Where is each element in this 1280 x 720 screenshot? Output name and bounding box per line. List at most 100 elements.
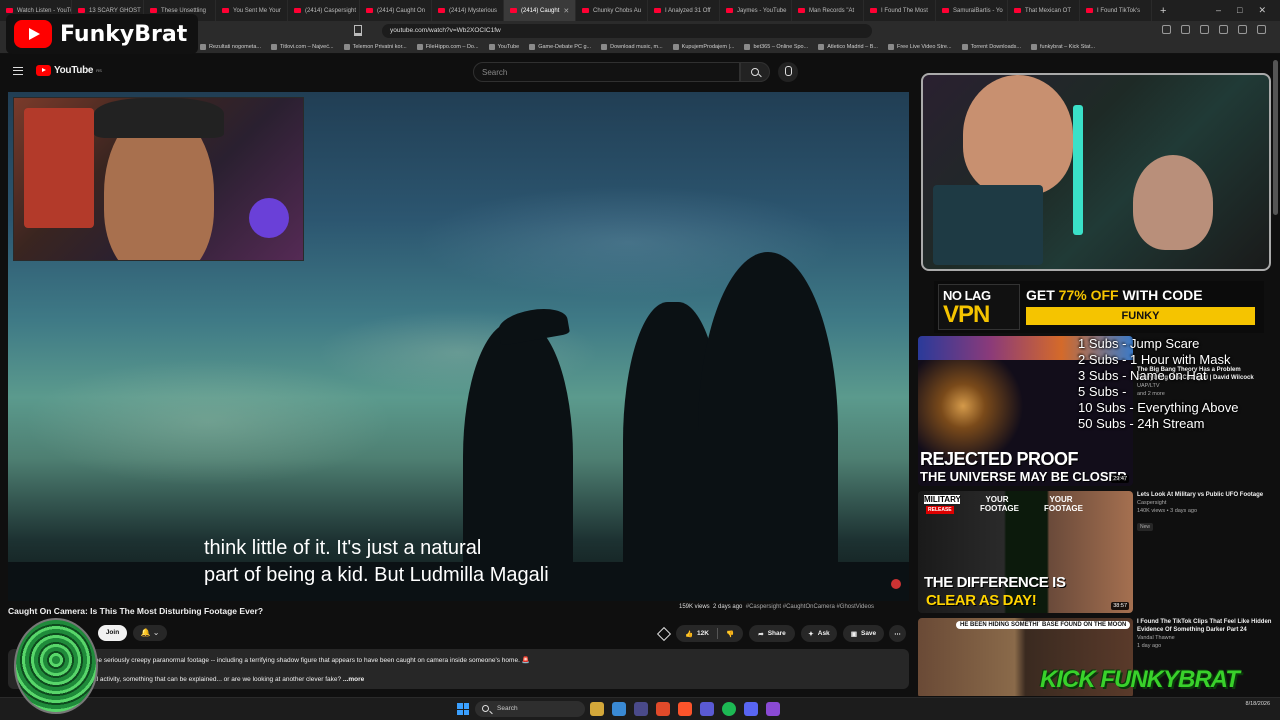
recommendation-channel[interactable]: Caspersight [1137,499,1273,507]
sub-goal-item: 2 Subs - 1 Hour with Mask [1078,352,1231,367]
browser-tab[interactable]: That Mexican OT [1008,0,1080,21]
kick-banner: KICK FUNKYBRAT [1040,666,1240,693]
store-icon[interactable] [634,702,648,716]
bookmark-favicon-icon [416,44,423,50]
bookmark-item[interactable]: Torrent Downloads... [961,44,1021,50]
close-tab-icon[interactable]: ✕ [563,7,569,15]
new-tab-button[interactable]: + [1152,5,1174,17]
bookmark-favicon-icon [887,44,894,50]
recommendation-title[interactable]: Lets Look At Military vs Public UFO Foot… [1137,491,1273,499]
browser-extensions [1162,25,1266,34]
bookmark-label: Game-Debate PC g... [538,44,592,50]
bookmark-item[interactable]: Titlovi.com – Najveć... [270,44,334,50]
brave-icon[interactable] [678,702,692,716]
browser-tab[interactable]: Jaymes - YouTube [720,0,792,21]
hashtags[interactable]: #Caspersight #CaughtOnCamera #GhostVideo… [746,604,874,610]
notification-bell-button[interactable]: 🔔 ⌄ [133,625,167,641]
thumbnail-caption: THE DIFFERENCE IS [924,574,1066,591]
bookmark-item[interactable]: Telemon Privatni kor... [343,44,407,50]
youtube-logo[interactable]: YouTube RS [36,65,102,76]
url-field[interactable]: youtube.com/watch?v=Wb2XOCIC1fw [382,24,872,38]
youtube-favicon-icon [150,8,157,13]
bookmark-item[interactable]: Download music, m... [601,44,663,50]
browser-tab[interactable]: (2414) Caught ✕ [504,0,576,21]
bookmark-item[interactable]: Atletico Madrid – B... [818,44,878,50]
recommendation-title[interactable]: I Found The TikTok Clips That Feel Like … [1137,618,1273,634]
youtube-play-icon [14,20,52,48]
thumbs-up-icon[interactable]: 👍 [685,630,693,638]
channel-avatar[interactable] [14,618,98,714]
sub-goal-item: 50 Subs - 24h Stream [1078,416,1205,431]
bookmark-item[interactable]: Game-Debate PC g... [529,44,591,50]
app-icon[interactable] [766,702,780,716]
recommendation-thumbnail[interactable]: MILITARY RELEASE YOUR FOOTAGE YOUR FOOTA… [918,491,1133,613]
voice-search-mic-icon[interactable] [778,62,798,82]
extension-icon[interactable] [1181,25,1190,34]
bookmark-label: Rezultati nogometa... [209,44,261,50]
share-icon: ➦ [758,630,764,638]
browser-tab[interactable]: (2414) Caught On [360,0,432,21]
youtube-favicon-icon [222,8,229,13]
search-button[interactable] [740,62,770,82]
show-more-link[interactable]: ...more [343,676,364,683]
bookmark-label: Download music, m... [610,44,663,50]
close-window-button[interactable]: ✕ [1258,5,1266,16]
browser-tab[interactable]: I Analyzed 31 Off [648,0,720,21]
windows-start-icon[interactable] [457,703,469,715]
page-scrollbar[interactable] [1273,60,1278,215]
profile-icon[interactable] [1257,25,1266,34]
browser-tab[interactable]: Man Records "At [792,0,864,21]
browser-tab[interactable]: I Found TikTok's [1080,0,1152,21]
bookmark-item[interactable]: bet365 – Online Spo... [744,44,808,50]
thumbs-down-icon[interactable]: 👎 [726,630,734,638]
sub-goal-item: 3 Subs - Name on Hat [1078,368,1207,383]
file-explorer-icon[interactable] [590,702,604,716]
browser-tab[interactable]: I Found The Most [864,0,936,21]
recommendation-channel[interactable]: Vandal Thawne [1137,634,1273,642]
taskbar-search-label: Search [497,705,518,712]
bookmark-item[interactable]: YouTube [488,44,519,50]
maximize-button[interactable]: □ [1237,5,1242,16]
chrome-icon[interactable] [656,702,670,716]
like-count[interactable]: 12K [697,630,709,637]
headphones-icon [94,98,224,138]
extension-icon[interactable] [1219,25,1228,34]
discord-icon[interactable] [744,702,758,716]
description-text: me seriously creepy paranormal footage -… [93,657,530,664]
browser-tab[interactable]: SamuraiBartis - Yo [936,0,1008,21]
taskbar-search[interactable]: Search [475,701,585,717]
bookmark-item[interactable]: Free Live Video Stre... [887,44,952,50]
youtube-header: YouTube RS Search [0,55,910,89]
spotify-icon[interactable] [722,702,736,716]
recommendation-item[interactable]: MILITARY RELEASE YOUR FOOTAGE YOUR FOOTA… [918,491,1273,615]
edge-icon[interactable] [612,702,626,716]
extension-icon[interactable] [1162,25,1171,34]
bookmark-item[interactable]: funkybrat – Kick Stat... [1031,44,1095,50]
browser-tab[interactable]: You Sent Me Your [216,0,288,21]
recommendation-meta: 1 day ago [1137,643,1162,649]
extension-icon[interactable] [1238,25,1247,34]
description-box[interactable]: me seriously creepy paranormal footage -… [8,649,909,689]
share-button[interactable]: ➦ Share [749,625,795,642]
join-button[interactable]: Join [98,625,127,641]
bookmark-item[interactable]: KupujemProdajem |... [672,44,734,50]
system-tray[interactable]: 8/18/2026 [1246,700,1270,708]
ask-button[interactable]: ✦ Ask [801,625,837,642]
teams-icon[interactable] [700,702,714,716]
bookmark-icon[interactable] [354,25,362,36]
search-input[interactable]: Search [473,62,740,82]
more-actions-button[interactable]: ⋯ [889,625,906,642]
hamburger-menu-icon[interactable] [13,67,23,75]
ask-label: Ask [817,630,830,637]
gem-icon[interactable] [656,626,672,642]
extension-icon[interactable] [1200,25,1209,34]
browser-tab[interactable]: Chunky Chobs Au [576,0,648,21]
bookmark-item[interactable]: FileHippo.com – Do... [416,44,479,50]
bookmark-item[interactable]: Rezultati nogometa... [200,44,261,50]
save-button[interactable]: ▣ Save [843,625,884,642]
browser-tab[interactable]: (2414) Caspersight [288,0,360,21]
browser-tab[interactable]: (2414) Mysterious [432,0,504,21]
minimize-button[interactable]: – [1216,5,1221,16]
bookmark-favicon-icon [270,44,277,50]
bookmark-label: Free Live Video Stre... [896,44,952,50]
